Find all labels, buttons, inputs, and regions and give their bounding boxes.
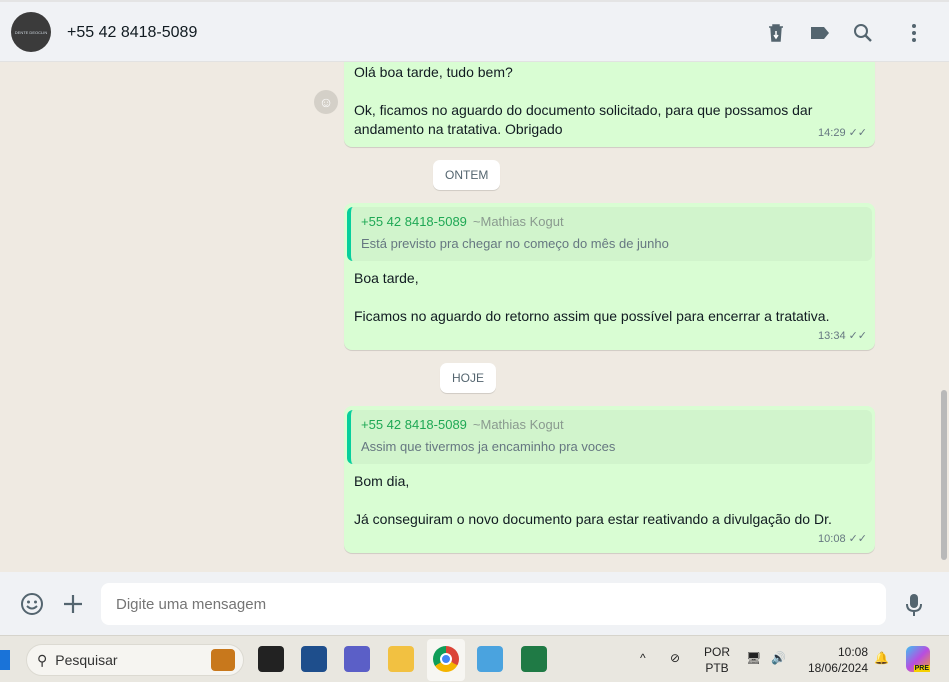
quoted-message[interactable]: +55 42 8418-5089 ~Mathias Kogut Assim que… [347, 410, 872, 464]
attach-plus-icon[interactable] [63, 594, 83, 614]
windows-taskbar: ⚲ Pesquisar ^ ⊘ POR PTB 🖥 🔊 10:08 18/06/202… [0, 635, 949, 682]
clock[interactable]: 10:08 18/06/2024 [804, 644, 868, 676]
date-divider: ONTEM [433, 160, 501, 190]
onedrive-off-icon[interactable]: ⊘ [670, 650, 680, 666]
avatar[interactable]: DENTE DEOCLIN [11, 12, 51, 52]
message-bubble: +55 42 8418-5089 ~Mathias Kogut Assim que… [344, 406, 875, 553]
menu-icon[interactable] [903, 22, 925, 44]
task-view-icon[interactable] [258, 646, 284, 672]
chrome-icon [433, 646, 459, 672]
pre-badge: PRE [913, 665, 930, 672]
taskbar-search[interactable]: ⚲ Pesquisar [26, 644, 244, 676]
avatar-logo-text: DENTE DEOCLIN [14, 29, 48, 35]
quote-text: Está previsto pra chegar no começo do mê… [361, 236, 669, 251]
contact-name[interactable]: +55 42 8418-5089 [67, 24, 197, 42]
quote-author: +55 42 8418-5089 [361, 214, 467, 229]
quote-author: +55 42 8418-5089 [361, 417, 467, 432]
message-list: ☺ Olá boa tarde, tudo bem? Ok, ficamos n… [0, 62, 949, 572]
search-label: Pesquisar [55, 652, 118, 668]
chrome-taskbar-button[interactable] [427, 639, 465, 681]
delete-icon[interactable] [765, 22, 787, 44]
language-indicator[interactable]: POR PTB [704, 644, 730, 676]
message-bubble: Olá boa tarde, tudo bem? Ok, ficamos no … [344, 62, 875, 147]
copilot-icon[interactable]: PRE [906, 646, 930, 672]
search-icon[interactable] [852, 22, 874, 44]
keyboard-layout: PTB [705, 661, 729, 675]
message-time: 10:08 [818, 533, 846, 545]
message-bubble: +55 42 8418-5089 ~Mathias Kogut Está prev… [344, 203, 875, 350]
search-icon: ⚲ [37, 651, 48, 668]
double-check-icon: ✓✓ [848, 330, 867, 342]
emoji-icon[interactable] [20, 592, 44, 616]
start-icon[interactable] [0, 650, 10, 670]
store-icon[interactable] [301, 646, 327, 672]
time: 10:08 [837, 645, 868, 659]
quote-alias: ~Mathias Kogut [472, 214, 564, 229]
file-explorer-icon[interactable] [388, 646, 414, 672]
message-line: Já conseguiram o novo documento para est… [354, 511, 832, 527]
quoted-message[interactable]: +55 42 8418-5089 ~Mathias Kogut Está prev… [347, 207, 872, 261]
emoji-react-icon[interactable]: ☺ [314, 90, 338, 114]
message-line: Ok, ficamos no aguardo do documento soli… [354, 102, 813, 137]
label-icon[interactable] [809, 22, 831, 44]
composer [0, 572, 949, 635]
notepad-icon[interactable] [477, 646, 503, 672]
message-line: Ficamos no aguardo do retorno assim que … [354, 308, 830, 324]
teams-icon[interactable] [344, 646, 370, 672]
language-code: POR [704, 645, 731, 659]
message-input[interactable] [101, 583, 886, 625]
excel-icon[interactable] [521, 646, 547, 672]
date-divider: HOJE [440, 363, 497, 393]
message-line: Boa tarde, [354, 270, 419, 286]
quote-alias: ~Mathias Kogut [472, 417, 564, 432]
double-check-icon: ✓✓ [848, 127, 867, 139]
message-line: Olá boa tarde, tudo bem? [354, 64, 513, 80]
volume-icon[interactable]: 🔊 [771, 650, 786, 666]
scrollbar[interactable] [941, 390, 947, 560]
quote-text: Assim que tivermos ja encaminho pra voce… [361, 439, 616, 454]
message-time: 13:34 [818, 330, 846, 342]
message-time: 14:29 [818, 127, 846, 139]
network-icon[interactable]: 🖥 [746, 650, 761, 666]
date: 18/06/2024 [807, 661, 868, 675]
microphone-icon[interactable] [905, 593, 923, 617]
show-hidden-icons[interactable]: ^ [640, 650, 646, 666]
briefcase-icon [211, 649, 235, 671]
chat-header: DENTE DEOCLIN +55 42 8418-5089 [0, 0, 949, 62]
message-line: Bom dia, [354, 473, 410, 489]
double-check-icon: ✓✓ [848, 533, 867, 545]
notification-bell-icon[interactable]: 🔔 [874, 650, 889, 666]
